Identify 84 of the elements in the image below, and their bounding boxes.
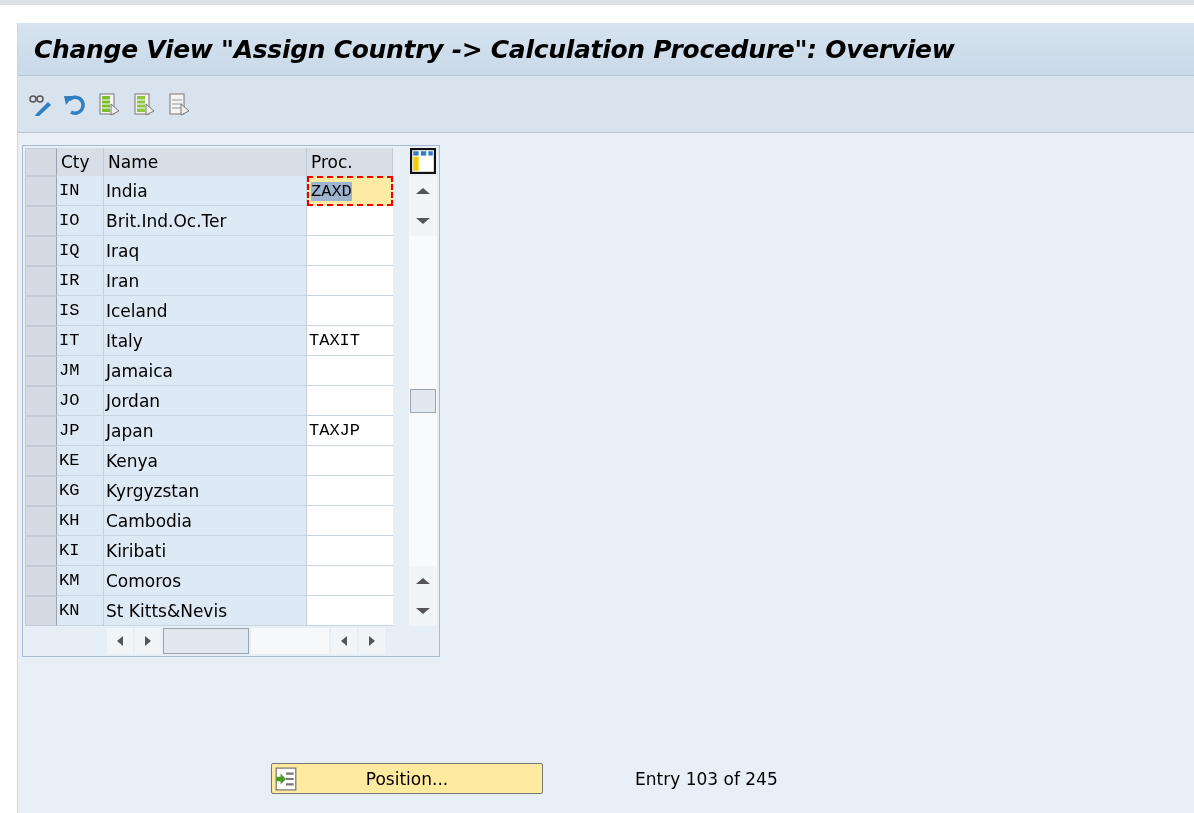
scroll-down-button[interactable] xyxy=(409,206,437,236)
row-selector[interactable] xyxy=(25,596,57,626)
row-selector[interactable] xyxy=(25,386,57,416)
table-cell: JM xyxy=(57,356,104,386)
input-field[interactable] xyxy=(307,356,393,386)
table-cell: Jordan xyxy=(104,386,307,416)
scroll-down-button[interactable] xyxy=(409,596,437,626)
scrollbar-thumb[interactable] xyxy=(163,628,249,654)
input-field[interactable] xyxy=(307,266,393,296)
row-selector[interactable] xyxy=(25,296,57,326)
row-selector[interactable] xyxy=(25,326,57,356)
input-field[interactable]: TAXIT xyxy=(307,326,393,356)
input-field[interactable]: ZAXD xyxy=(307,176,393,206)
scroll-right-button[interactable] xyxy=(359,628,385,654)
window-title: Change View "Assign Country -> Calculation Procedure": Overview xyxy=(34,34,955,64)
row-selector[interactable] xyxy=(25,446,57,476)
row-selector[interactable] xyxy=(25,206,57,236)
table-cell: Kiribati xyxy=(104,536,307,566)
table-cell: India xyxy=(104,176,307,206)
table-cell: IO xyxy=(57,206,104,236)
row-selector[interactable] xyxy=(25,266,57,296)
table-cell: Japan xyxy=(104,416,307,446)
table-cell: KI xyxy=(57,536,104,566)
table-cell: Kyrgyzstan xyxy=(104,476,307,506)
column-header[interactable]: Proc. xyxy=(307,148,393,176)
undo-icon[interactable] xyxy=(63,92,87,116)
row-selector[interactable] xyxy=(25,506,57,536)
input-field[interactable] xyxy=(307,566,393,596)
table-cell: Brit.Ind.Oc.Ter xyxy=(104,206,307,236)
table-cell: Jamaica xyxy=(104,356,307,386)
document-arrow-icon[interactable] xyxy=(98,92,122,116)
table-cell: Kenya xyxy=(104,446,307,476)
input-field[interactable] xyxy=(307,596,393,626)
table-cell: IS xyxy=(57,296,104,326)
document-arrow-icon[interactable] xyxy=(133,92,157,116)
entry-count: Entry 103 of 245 xyxy=(635,768,778,789)
input-field[interactable] xyxy=(307,296,393,326)
glasses-pencil-icon[interactable] xyxy=(28,92,52,116)
table-cell: JO xyxy=(57,386,104,416)
table-cell: IQ xyxy=(57,236,104,266)
row-selector[interactable] xyxy=(25,416,57,446)
position-button[interactable]: Position... xyxy=(271,763,543,794)
column-settings-icon[interactable] xyxy=(410,148,436,174)
document-arrow-icon[interactable] xyxy=(168,92,192,116)
row-selector[interactable] xyxy=(25,566,57,596)
input-field[interactable] xyxy=(307,206,393,236)
input-field[interactable]: TAXJP xyxy=(307,416,393,446)
table-cell: JP xyxy=(57,416,104,446)
input-field[interactable] xyxy=(307,236,393,266)
table-cell: KH xyxy=(57,506,104,536)
row-selector[interactable] xyxy=(25,176,57,206)
input-field[interactable] xyxy=(307,536,393,566)
table-cell: IR xyxy=(57,266,104,296)
row-selector[interactable] xyxy=(25,536,57,566)
table-cell: Iceland xyxy=(104,296,307,326)
input-field[interactable] xyxy=(307,446,393,476)
scroll-left-button[interactable] xyxy=(107,628,133,654)
scroll-up-button[interactable] xyxy=(409,176,437,206)
input-field[interactable] xyxy=(307,386,393,416)
row-selector[interactable] xyxy=(25,356,57,386)
table-cell: IN xyxy=(57,176,104,206)
scroll-right-button[interactable] xyxy=(135,628,161,654)
row-selector[interactable] xyxy=(25,476,57,506)
table-cell: KN xyxy=(57,596,104,626)
table-cell: KG xyxy=(57,476,104,506)
position-icon xyxy=(274,766,298,791)
scrollbar-thumb[interactable] xyxy=(410,389,436,413)
scroll-left-button[interactable] xyxy=(331,628,357,654)
select-all-button[interactable] xyxy=(25,148,57,176)
table-cell: Iran xyxy=(104,266,307,296)
table-cell: St Kitts&Nevis xyxy=(104,596,307,626)
input-field[interactable] xyxy=(307,476,393,506)
column-header[interactable]: Name xyxy=(104,148,307,176)
table-cell: Iraq xyxy=(104,236,307,266)
table-cell: Cambodia xyxy=(104,506,307,536)
scroll-up-button[interactable] xyxy=(409,566,437,596)
table-cell: IT xyxy=(57,326,104,356)
row-selector[interactable] xyxy=(25,236,57,266)
table-cell: Comoros xyxy=(104,566,307,596)
column-header[interactable]: Cty xyxy=(57,148,104,176)
table-cell: Italy xyxy=(104,326,307,356)
table-cell: KE xyxy=(57,446,104,476)
input-field[interactable] xyxy=(307,506,393,536)
table-cell: KM xyxy=(57,566,104,596)
